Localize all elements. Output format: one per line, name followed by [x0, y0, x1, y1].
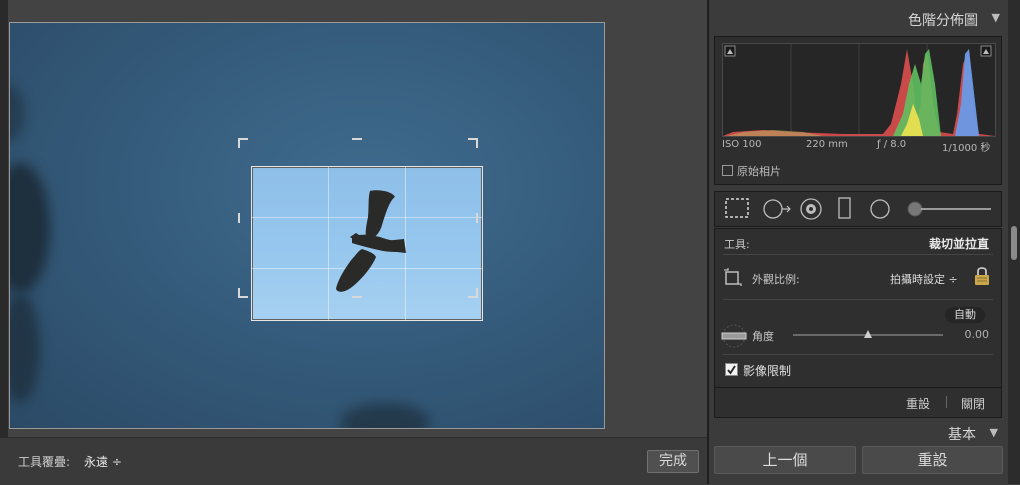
red-eye-icon[interactable] [800, 198, 822, 220]
divider [723, 299, 993, 300]
crop-handle[interactable] [238, 138, 240, 148]
divider [715, 387, 1001, 388]
constrain-label: 影像限制 [743, 364, 792, 378]
histogram-graph[interactable] [722, 43, 996, 137]
bottom-toolbar: 工具覆疊: 永遠 ÷ 完成 [0, 437, 707, 485]
reset-button[interactable]: 重設 [862, 446, 1003, 474]
auto-button[interactable]: 自動 [945, 307, 985, 323]
straighten-level-icon[interactable] [720, 324, 748, 348]
camera-info: ISO 100 220 mm ƒ / 8.0 1/1000 秒 [722, 139, 994, 154]
crop-handle[interactable] [352, 296, 362, 298]
aspect-label: 外觀比例: [752, 273, 800, 286]
crop-handle[interactable] [476, 213, 478, 223]
crop-handle[interactable] [476, 138, 478, 148]
left-panel-edge [0, 0, 8, 484]
tool-name: 裁切並拉直 [928, 237, 989, 251]
divider [723, 254, 993, 255]
histogram-title[interactable]: 色階分佈圖 [908, 10, 978, 30]
develop-tool-strip [714, 191, 1002, 227]
angle-slider-thumb[interactable] [863, 329, 873, 339]
crop-close-button[interactable]: 關閉 [961, 395, 985, 412]
crop-frame[interactable] [251, 166, 483, 321]
adjustment-brush-icon[interactable] [907, 201, 991, 217]
constrain-checkbox[interactable] [725, 363, 738, 376]
crop-handle[interactable] [238, 213, 240, 223]
divider [946, 396, 947, 408]
checkbox-icon[interactable] [722, 165, 733, 176]
graduated-filter-icon[interactable] [838, 197, 851, 219]
eagle-image [336, 190, 406, 292]
spot-removal-icon[interactable] [763, 199, 791, 219]
histogram-chart [723, 44, 995, 136]
previous-button[interactable]: 上一個 [714, 446, 856, 474]
basic-panel-title: 基本 [948, 427, 976, 443]
lock-icon[interactable] [973, 265, 991, 287]
crop-handle[interactable] [238, 288, 240, 298]
focal-length-value: 220 mm [806, 139, 848, 150]
aspect-select[interactable]: 拍攝時設定 ÷ [890, 271, 958, 287]
divider [723, 354, 993, 355]
crop-handle[interactable] [352, 138, 362, 140]
crop-ratio-icon[interactable] [723, 267, 743, 287]
tool-overlay-label: 工具覆疊: [18, 455, 71, 469]
collapse-triangle-icon[interactable]: ▼ [990, 426, 998, 439]
original-photo-label: 原始相片 [737, 165, 781, 178]
crop-tool-icon[interactable] [725, 198, 749, 218]
angle-value[interactable]: 0.00 [965, 328, 990, 341]
original-photo-toggle[interactable]: 原始相片 [722, 163, 781, 179]
crop-reset-button[interactable]: 重設 [906, 395, 930, 412]
tool-label: 工具: [724, 238, 750, 251]
iso-value: ISO 100 [722, 139, 762, 150]
radial-filter-icon[interactable] [870, 199, 890, 219]
photo-preview[interactable] [9, 22, 605, 429]
done-button[interactable]: 完成 [647, 450, 699, 473]
aperture-value: ƒ / 8.0 [877, 139, 907, 150]
shutter-value: 1/1000 秒 [942, 143, 991, 154]
basic-panel-header[interactable]: 基本 ▼ [714, 422, 1000, 443]
checkmark-icon [727, 365, 736, 375]
tool-overlay-select[interactable]: 永遠 ÷ [84, 453, 122, 470]
collapse-triangle-icon[interactable]: ▼ [992, 11, 1000, 24]
angle-label: 角度 [752, 330, 774, 343]
crop-handle[interactable] [476, 288, 478, 298]
crop-panel: 工具: 裁切並拉直 外觀比例: 拍攝時設定 ÷ 自動 角度 0.00 影像限制 … [714, 228, 1002, 418]
scrollbar-thumb[interactable] [1011, 226, 1017, 260]
histogram-panel: ISO 100 220 mm ƒ / 8.0 1/1000 秒 原始相片 [714, 36, 1002, 185]
